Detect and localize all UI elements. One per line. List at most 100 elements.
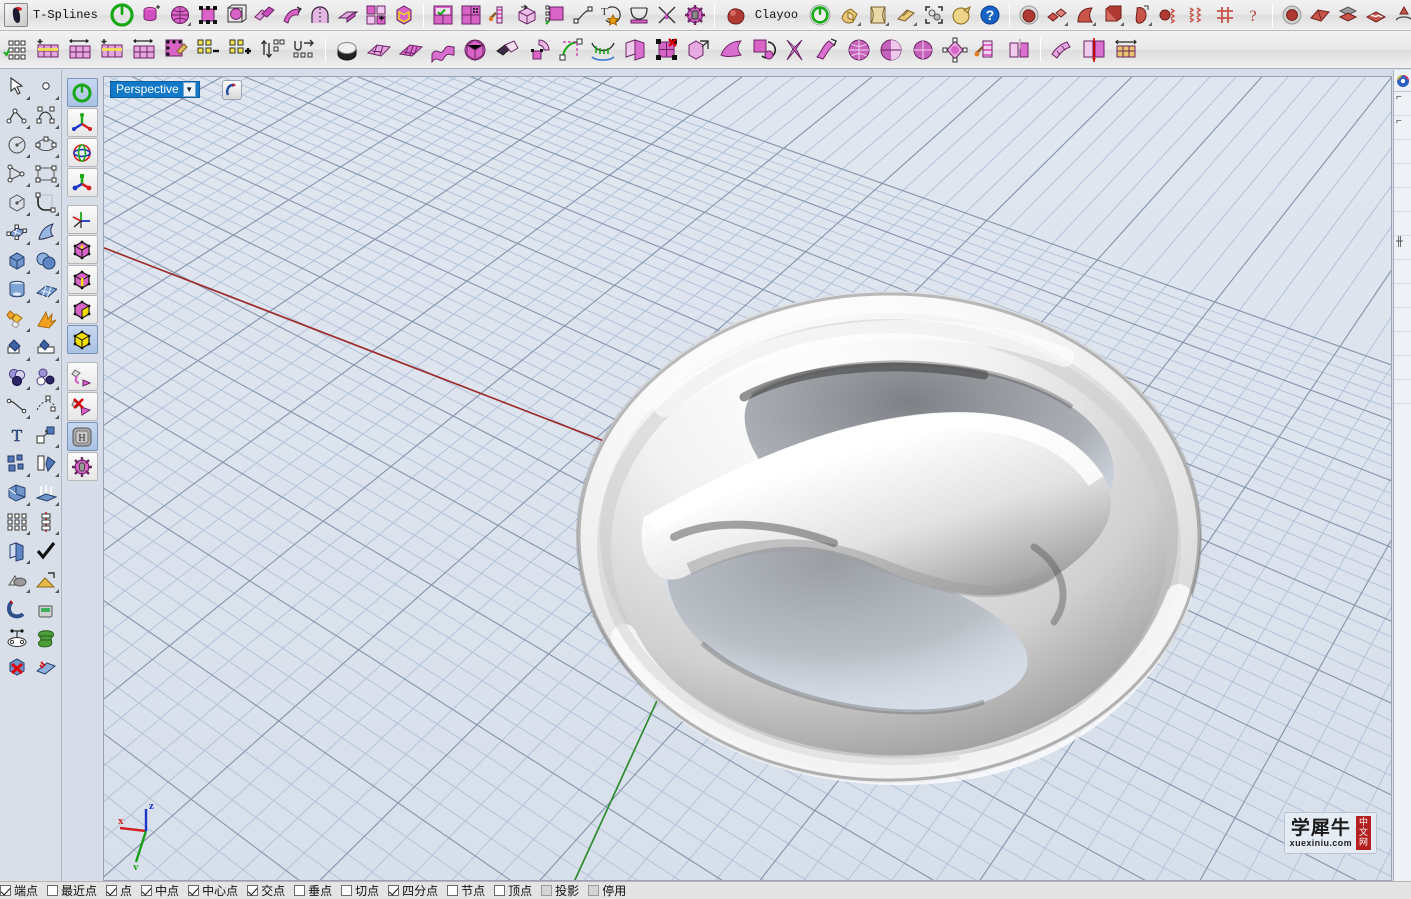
organic-icon[interactable]: [31, 623, 60, 652]
surface-target-icon[interactable]: [1279, 2, 1305, 28]
solid-mesh-icon[interactable]: [1156, 2, 1182, 28]
globe-icon[interactable]: [844, 35, 874, 65]
render-object-props-icon[interactable]: [921, 2, 947, 28]
sweep-face-icon[interactable]: [812, 35, 842, 65]
add-points-icon[interactable]: [225, 35, 255, 65]
display-power-icon[interactable]: [66, 78, 98, 107]
mesh-help-icon[interactable]: ?: [1240, 2, 1266, 28]
tsplines-weld-icon[interactable]: [486, 2, 512, 28]
select-arrow-icon[interactable]: [2, 72, 31, 101]
insert-edge-span-icon[interactable]: [129, 35, 159, 65]
osnap-quad-checkbox[interactable]: [388, 885, 400, 896]
osnap-int[interactable]: 交点: [247, 882, 285, 899]
panel-row[interactable]: ╫: [1394, 236, 1411, 260]
tsplines-extract-icon[interactable]: [391, 2, 417, 28]
panel-row[interactable]: [1394, 308, 1411, 332]
insert-edge-v-icon[interactable]: [65, 35, 95, 65]
magnet-edit-icon[interactable]: [524, 35, 554, 65]
perspective-viewport[interactable]: Perspective ▼ x y z 学犀牛 xuexiniu.com 中文网: [103, 76, 1392, 881]
osnap-near-checkbox[interactable]: [47, 885, 59, 896]
osnap-project[interactable]: 投影: [541, 882, 579, 899]
panel-row[interactable]: [1394, 212, 1411, 236]
tsplines-thicken-icon[interactable]: [335, 2, 361, 28]
surface-flow-icon[interactable]: [1363, 2, 1389, 28]
insert-edge-plus-icon[interactable]: [97, 35, 127, 65]
hud-toggle-icon[interactable]: H: [66, 422, 98, 451]
osnap-end-checkbox[interactable]: [0, 885, 11, 896]
point-object-icon[interactable]: [31, 72, 60, 101]
polyline-icon[interactable]: [2, 101, 31, 130]
tsplines-drape-icon[interactable]: [626, 2, 652, 28]
mesh-tools-icon[interactable]: [1184, 2, 1210, 28]
scale-icon[interactable]: [31, 449, 60, 478]
paint-weight-icon[interactable]: [161, 35, 191, 65]
remove-points-icon[interactable]: [193, 35, 223, 65]
pull-vertex-icon[interactable]: [492, 35, 522, 65]
tsplines-symmetry-icon[interactable]: [251, 2, 277, 28]
fold-panel-icon[interactable]: [2, 536, 31, 565]
tsplines-box-mode-icon[interactable]: [223, 2, 249, 28]
sweep-surface-icon[interactable]: [31, 217, 60, 246]
osnap-disable-checkbox[interactable]: [588, 885, 600, 896]
box-solid-icon[interactable]: [2, 246, 31, 275]
trim-icon[interactable]: [2, 333, 31, 362]
viewport-title[interactable]: Perspective ▼: [110, 81, 200, 98]
fold-surface-icon[interactable]: [620, 35, 650, 65]
chevron-down-icon[interactable]: ▼: [182, 82, 196, 97]
arc-icon[interactable]: [2, 159, 31, 188]
cplane-origin-icon[interactable]: [66, 108, 98, 137]
panel-row[interactable]: [1394, 140, 1411, 164]
peel-icon[interactable]: [1004, 35, 1034, 65]
duplicate-face-icon[interactable]: [684, 35, 714, 65]
measure-icon[interactable]: [1047, 35, 1077, 65]
move-pivot-icon[interactable]: [940, 35, 970, 65]
render-icon[interactable]: [31, 565, 60, 594]
solid-shell-icon[interactable]: [1100, 2, 1126, 28]
osnap-perp-checkbox[interactable]: [294, 885, 306, 896]
panel-row[interactable]: [1394, 284, 1411, 308]
bend-panel-icon[interactable]: [428, 35, 458, 65]
cap-smooth-icon[interactable]: [332, 35, 362, 65]
solid-fillet-icon[interactable]: [1072, 2, 1098, 28]
layers-icon[interactable]: [2, 362, 31, 391]
paint-tspline-icon[interactable]: [66, 362, 98, 391]
panel-row[interactable]: [1394, 332, 1411, 356]
align-uv-icon[interactable]: [257, 35, 287, 65]
extrude-solid-icon[interactable]: [2, 478, 31, 507]
globe-half-icon[interactable]: [876, 35, 906, 65]
rectangle-icon[interactable]: [31, 159, 60, 188]
display-shaded-icon[interactable]: [66, 265, 98, 294]
render-decal-icon[interactable]: [893, 2, 919, 28]
display-rendered-icon[interactable]: [66, 295, 98, 324]
extrude-surface-icon[interactable]: [31, 478, 60, 507]
render-material-icon[interactable]: [837, 2, 863, 28]
delete-faces-icon[interactable]: [652, 35, 682, 65]
delete-object-icon[interactable]: [2, 652, 31, 681]
osnap-int-checkbox[interactable]: [247, 885, 259, 896]
osnap-end[interactable]: 端点: [0, 882, 38, 899]
cleanup-icon[interactable]: [31, 652, 60, 681]
flip-surface-icon[interactable]: [716, 35, 746, 65]
tsplines-control-points-icon[interactable]: [195, 2, 221, 28]
solid-blob-icon[interactable]: [1016, 2, 1042, 28]
osnap-knot-checkbox[interactable]: [447, 885, 459, 896]
rotate-face-icon[interactable]: [748, 35, 778, 65]
gravity-surface-icon[interactable]: [588, 35, 618, 65]
text-object-icon[interactable]: T: [2, 420, 31, 449]
tsplines-star-points-icon[interactable]: [458, 2, 484, 28]
display-wireframe-icon[interactable]: [66, 235, 98, 264]
tsplines-flow-icon[interactable]: [570, 2, 596, 28]
cylinder-solid-icon[interactable]: [2, 275, 31, 304]
display-smooth-icon[interactable]: [66, 325, 98, 354]
tsplines-check-surface-icon[interactable]: [430, 2, 456, 28]
tsplines-primitive-sphere-icon[interactable]: [167, 2, 193, 28]
check-object-icon[interactable]: [31, 536, 60, 565]
surface-extract-icon[interactable]: [1391, 2, 1411, 28]
mechanical-icon[interactable]: [2, 623, 31, 652]
boolean-union-icon[interactable]: [2, 304, 31, 333]
osnap-mid-checkbox[interactable]: [141, 885, 153, 896]
solid-cap-icon[interactable]: [1128, 2, 1154, 28]
polygon-icon[interactable]: [2, 188, 31, 217]
render-power-icon[interactable]: [805, 0, 835, 30]
osnap-cen[interactable]: 中心点: [188, 882, 238, 899]
